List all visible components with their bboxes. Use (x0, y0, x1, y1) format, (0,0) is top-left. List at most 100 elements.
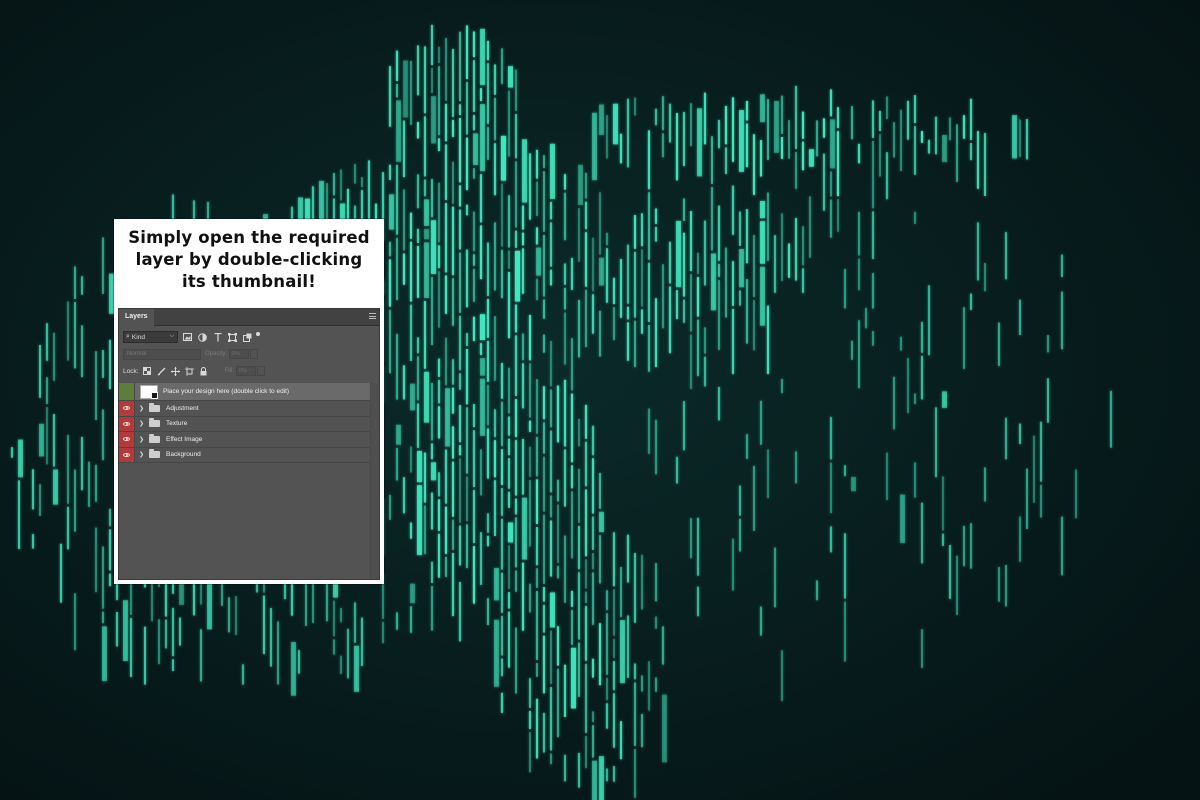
glyph-streak (172, 607, 174, 657)
glyph-streak (746, 434, 748, 459)
lock-transparency-icon[interactable] (142, 366, 153, 377)
glyph-streak (781, 137, 783, 159)
lock-pixels-brush-icon[interactable] (156, 366, 167, 377)
layer-row-adjustment[interactable]: ❯ Adjustment (119, 401, 371, 417)
glyph-streak (452, 359, 454, 385)
glyph-streak (942, 476, 944, 531)
glyph-streak (585, 489, 587, 557)
expand-caret-icon[interactable]: ❯ (139, 451, 145, 458)
expand-caret-icon[interactable]: ❯ (139, 436, 145, 443)
glyph-streak (585, 441, 587, 487)
glyph-streak (18, 480, 20, 550)
fill-field[interactable]: 0% (235, 366, 256, 376)
glyph-streak (655, 616, 657, 629)
glyph-streak (844, 533, 846, 599)
glyph-streak (522, 205, 524, 230)
glyph-streak (760, 200, 765, 219)
glyph-streak (606, 703, 608, 729)
panel-scrollbar[interactable] (370, 383, 379, 579)
glyph-streak (515, 399, 517, 438)
glyph-streak (473, 133, 478, 166)
glyph-streak (438, 46, 440, 64)
glyph-streak (592, 760, 597, 800)
layer-row-texture[interactable]: ❯ Texture (119, 416, 371, 432)
type-filter-icon[interactable] (212, 332, 223, 343)
glyph-streak (67, 301, 69, 361)
glyph-streak (774, 100, 779, 153)
glyph-streak (753, 465, 755, 531)
pixel-layer-filter-icon[interactable] (182, 332, 193, 343)
glyph-streak (900, 494, 905, 543)
smart-object-filter-icon[interactable] (242, 332, 253, 343)
visibility-toggle[interactable] (119, 447, 135, 462)
glyph-streak (606, 115, 608, 159)
glyph-streak (172, 659, 174, 672)
visibility-toggle[interactable] (119, 432, 135, 447)
lock-all-icon[interactable] (198, 366, 209, 377)
glyph-streak (53, 469, 58, 505)
glyph-streak (627, 98, 629, 168)
fill-dropdown[interactable] (256, 366, 265, 376)
layer-row-design[interactable]: Place your design here (double click to … (119, 383, 371, 401)
glyph-streak (431, 68, 433, 94)
glyph-streak (578, 642, 580, 697)
glyph-streak (480, 532, 482, 585)
glyph-streak (774, 235, 776, 293)
layer-row-effect-image[interactable]: ❯ Effect Image (119, 432, 371, 448)
smart-object-thumbnail[interactable] (140, 384, 158, 399)
glyph-streak (753, 300, 755, 351)
glyph-streak (438, 138, 440, 152)
visibility-toggle[interactable] (119, 416, 135, 431)
glyph-streak (431, 220, 436, 274)
visibility-toggle[interactable] (119, 383, 135, 400)
glyph-streak (592, 516, 594, 550)
glyph-streak (298, 650, 300, 674)
glyph-streak (592, 711, 594, 723)
blend-mode-select[interactable]: Normal (123, 348, 201, 360)
glyph-streak (823, 153, 825, 211)
opacity-dropdown[interactable] (250, 349, 259, 359)
glyph-streak (550, 269, 552, 286)
glyph-streak (746, 101, 748, 121)
glyph-streak (515, 627, 517, 694)
glyph-streak (403, 365, 405, 400)
expand-caret-icon[interactable]: ❯ (139, 405, 145, 412)
glyph-streak (655, 419, 657, 475)
lock-position-move-icon[interactable] (170, 366, 181, 377)
shape-filter-icon[interactable] (227, 332, 238, 343)
folder-icon (149, 433, 160, 443)
glyph-streak (550, 495, 552, 518)
visibility-toggle[interactable] (119, 401, 135, 416)
glyph-streak (914, 393, 916, 405)
layer-row-background[interactable]: ❯ Background (119, 447, 371, 463)
adjustment-filter-icon[interactable] (197, 332, 208, 343)
glyph-streak (564, 287, 566, 310)
glyph-streak (578, 208, 580, 262)
glyph-streak (592, 725, 594, 758)
panel-menu-icon[interactable] (369, 313, 376, 319)
instruction-card: Simply open the required layer by double… (114, 219, 384, 584)
glyph-streak (956, 124, 958, 182)
glyph-streak (830, 89, 832, 117)
glyph-streak (431, 276, 433, 346)
glyph-streak (543, 334, 545, 353)
glyph-streak (879, 133, 881, 177)
filter-toggle-icon[interactable] (256, 332, 260, 336)
tab-layers[interactable]: Layers (119, 309, 154, 326)
glyph-streak (410, 212, 412, 239)
opacity-field[interactable]: 0% (229, 349, 250, 359)
lock-artboard-icon[interactable] (184, 366, 195, 377)
glyph-streak (802, 226, 804, 266)
layer-name: Texture (166, 420, 188, 428)
glyph-streak (431, 96, 436, 144)
glyph-streak (340, 655, 342, 674)
filter-kind-select[interactable]: ⌕ Kind ⌵ (123, 331, 178, 343)
glyph-streak (536, 278, 538, 301)
glyph-streak (781, 213, 783, 281)
glyph-streak (1019, 423, 1021, 445)
expand-caret-icon[interactable]: ❯ (139, 420, 145, 427)
glyph-streak (109, 529, 111, 571)
glyph-streak (620, 259, 622, 318)
glyph-streak (732, 308, 734, 375)
lock-label: Lock: (123, 367, 139, 375)
